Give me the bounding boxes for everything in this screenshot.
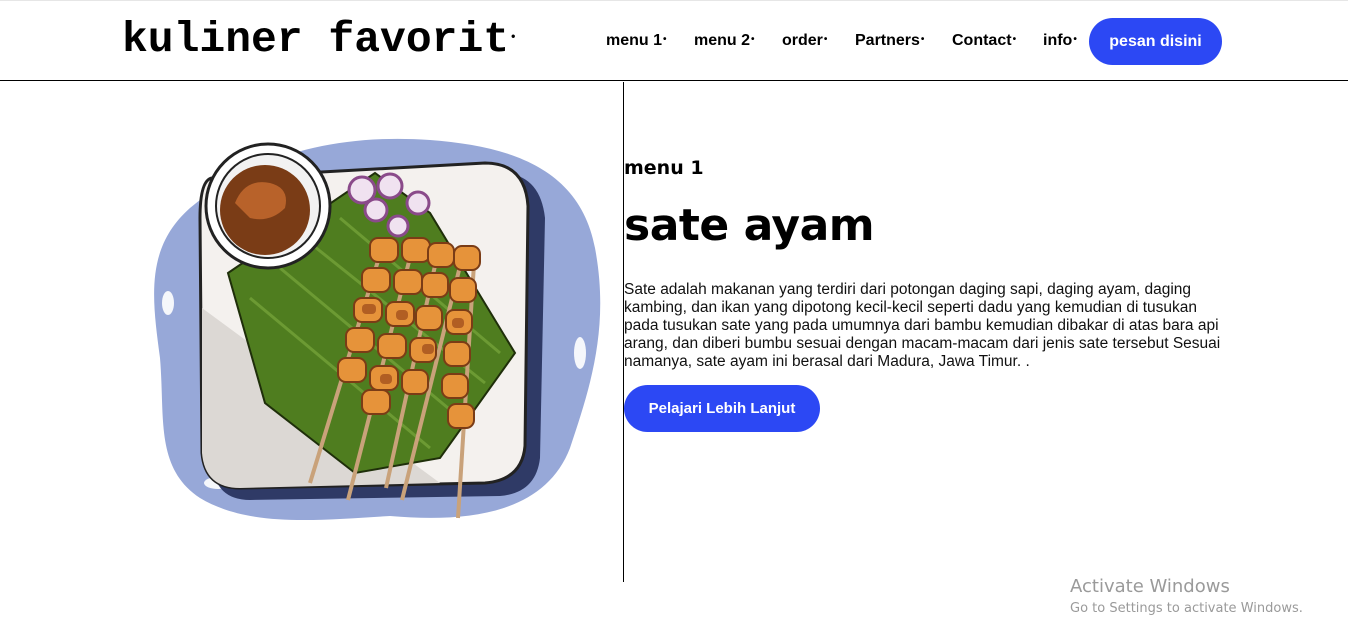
onion-slice <box>376 172 404 200</box>
section-subtitle: menu 1 <box>624 157 704 179</box>
watermark-title: Activate Windows <box>1070 576 1230 597</box>
windows-activation-watermark: Activate Windows Go to Settings to activ… <box>1070 576 1303 616</box>
nav-item-label: Partners <box>855 32 920 49</box>
brand-text: kuliner favorit <box>122 15 510 64</box>
navbar: kuliner favorit • menu 1• menu 2• order• … <box>0 1 1348 81</box>
nav-item-label: menu 1 <box>606 32 663 49</box>
brand-bullet: • <box>511 28 516 43</box>
nav-bullet: • <box>1073 34 1077 46</box>
nav-bullet: • <box>823 34 828 46</box>
nav-item-partners[interactable]: Partners• <box>855 32 924 50</box>
sate-ayam-illustration <box>154 138 601 521</box>
splash-highlight <box>574 337 586 369</box>
splash-highlight <box>162 291 174 315</box>
brand-logo[interactable]: kuliner favorit • <box>122 15 515 64</box>
watermark-subtitle: Go to Settings to activate Windows. <box>1070 601 1303 616</box>
nav-bullet: • <box>663 34 667 46</box>
dish-description: Sate adalah makanan yang terdiri dari po… <box>624 281 1221 370</box>
nav-bullet: • <box>751 34 755 46</box>
page-title: sate ayam <box>624 200 875 251</box>
nav-bullet: • <box>1012 34 1017 46</box>
nav-item-label: menu 2 <box>694 32 751 49</box>
onion-slice <box>363 197 389 223</box>
nav-item-contact[interactable]: Contact• <box>952 32 1016 50</box>
nav-item-menu-1[interactable]: menu 1• <box>606 32 667 50</box>
nav-item-label: info <box>1043 32 1073 49</box>
nav-item-menu-2[interactable]: menu 2• <box>694 32 755 50</box>
nav-item-label: Contact <box>952 32 1012 49</box>
onion-slice <box>405 190 431 216</box>
order-here-button[interactable]: pesan disini <box>1089 18 1222 65</box>
onion-slice <box>386 214 410 238</box>
nav-bullet: • <box>920 34 925 46</box>
nav-item-label: order <box>782 32 823 49</box>
nav-item-order[interactable]: order• <box>782 32 827 50</box>
nav-item-info[interactable]: info• <box>1043 32 1077 50</box>
learn-more-button[interactable]: Pelajari Lebih Lanjut <box>624 385 820 432</box>
